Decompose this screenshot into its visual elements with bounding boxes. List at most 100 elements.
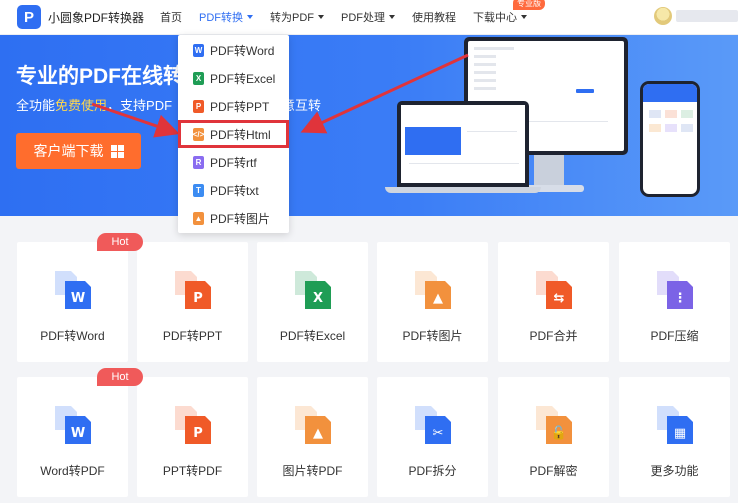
word-to-pdf-icon: W [55,406,91,444]
svg-text:⇆: ⇆ [554,291,565,306]
dropdown-item-label: PDF转Word [210,43,275,58]
dropdown-item-word[interactable]: W PDF转Word [178,36,289,64]
tool-card-label: PDF解密 [529,464,578,478]
tool-card-pdf-to-excel[interactable]: X PDF转Excel [257,242,368,362]
tool-card-pdf-split[interactable]: ✂ PDF拆分 [377,377,488,497]
logo[interactable]: P 小圆象PDF转换器 [17,5,144,29]
hot-badge: Hot [97,368,143,386]
tool-card-label: PDF转图片 [402,329,463,343]
ppt-icon: P [193,99,204,113]
tool-card-label: PDF转Excel [279,329,346,343]
hero-subtitle-middle: ，支持PDF [107,98,173,113]
user-menu[interactable] [654,7,738,25]
user-name-blurred [676,10,738,22]
nav-to-pdf[interactable]: 转为PDF [270,0,325,35]
client-download-label: 客户端下载 [33,143,104,159]
tool-card-label: Word转PDF [40,464,105,478]
chevron-down-icon [521,15,528,19]
tool-card-pdf-to-image[interactable]: ▲ PDF转图片 [377,242,488,362]
hero-subtitle: 全功能免费使用，支持PDF [16,95,172,114]
pdf-to-image-icon: ▲ [415,271,451,309]
svg-text:▦: ▦ [674,426,686,441]
nav-download-center-label: 下载中心 [473,12,518,24]
tool-card-word-to-pdf[interactable]: W Word转PDF Hot [17,368,143,497]
tool-card-label: PDF合并 [529,329,578,343]
nav-tutorial-label: 使用教程 [412,12,457,24]
pdf-to-word-icon: W [55,271,91,309]
svg-text:🔓: 🔓 [551,425,567,441]
logo-text: 小圆象PDF转换器 [48,10,145,25]
dropdown-item-image[interactable]: ▲ PDF转图片 [178,204,289,232]
logo-icon: P [17,5,41,29]
excel-icon: X [193,71,204,85]
nav-download-center[interactable]: 下载中心 专业版 [473,0,546,35]
tool-card-label: 更多功能 [650,464,699,478]
pdf-decrypt-icon: 🔓 [536,406,572,444]
dropdown-item-label: PDF转rtf [210,155,257,170]
dropdown-item-rtf[interactable]: R PDF转rtf [178,148,289,176]
tool-card-label: PDF压缩 [650,329,699,343]
nav-pdf-process[interactable]: PDF处理 [341,0,396,35]
svg-text:W: W [71,291,85,306]
phone-illustration [640,81,700,197]
tool-card-ppt-to-pdf[interactable]: P PPT转PDF [137,377,248,497]
nav-pdf-convert[interactable]: PDF转换 [199,0,254,35]
nav-home[interactable]: 首页 [160,0,182,35]
page: P 小圆象PDF转换器 首页 PDF转换 转为PDF PDF处理 使用教程 下载… [0,0,738,503]
pro-badge: 专业版 [513,0,546,10]
hero-subtitle-highlight: 免费使用 [55,98,108,113]
tool-card-label: PDF拆分 [408,464,457,478]
nav-tutorial[interactable]: 使用教程 [412,0,456,35]
dropdown-item-label: PDF转图片 [210,211,271,226]
dropdown-item-label: PDF转Excel [210,71,276,86]
pdf-split-icon: ✂ [415,406,451,444]
ppt-to-pdf-icon: P [175,406,211,444]
tool-card-pdf-to-ppt[interactable]: P PDF转PPT [137,242,248,362]
nav-home-label: 首页 [160,12,183,24]
dropdown-item-excel[interactable]: X PDF转Excel [178,64,289,92]
laptop-illustration [397,101,529,187]
pdf-compress-icon: ⋮ [657,271,693,309]
windows-icon [110,144,124,158]
top-nav-bar: P 小圆象PDF转换器 首页 PDF转换 转为PDF PDF处理 使用教程 下载… [0,0,738,35]
word-icon: W [193,43,204,57]
svg-text:W: W [71,426,85,441]
chevron-down-icon [247,15,254,19]
svg-text:▲: ▲ [313,426,323,441]
chevron-down-icon [389,15,396,19]
svg-text:⋮: ⋮ [674,291,687,306]
tool-card-label: PDF转PPT [162,329,223,343]
svg-text:✂: ✂ [433,426,444,441]
pdf-merge-icon: ⇆ [536,271,572,309]
tool-card-pdf-compress[interactable]: ⋮ PDF压缩 [619,242,730,362]
tool-card-pdf-decrypt[interactable]: 🔓 PDF解密 [498,377,609,497]
nav-to-pdf-label: 转为PDF [270,12,315,24]
svg-text:P: P [193,426,203,441]
tool-card-pdf-merge[interactable]: ⇆ PDF合并 [498,242,609,362]
txt-icon: T [193,183,204,197]
tool-card-more-features[interactable]: ▦ 更多功能 [619,377,730,497]
dropdown-item-txt[interactable]: T PDF转txt [178,176,289,204]
hero-title: 专业的PDF在线转 [16,65,184,88]
dropdown-item-label: PDF转txt [210,183,259,198]
avatar[interactable] [654,7,672,25]
hot-badge: Hot [97,233,143,251]
svg-text:X: X [313,291,323,306]
monitor-stand [534,155,564,187]
laptop-base [385,187,541,193]
tool-card-label: PPT转PDF [162,464,223,478]
hero-banner: 专业的PDF在线转 全功能免费使用，支持PDF 意互转 客户端下载 [0,35,738,216]
pdf-convert-dropdown: W PDF转Word X PDF转Excel P PDF转PPT </> PDF转Html R P… [178,35,289,233]
pdf-to-ppt-icon: P [175,271,211,309]
tool-card-pdf-to-word[interactable]: W PDF转Word Hot [17,233,143,362]
svg-text:▲: ▲ [433,291,443,306]
dropdown-item-label: PDF转PPT [210,99,270,114]
svg-text:P: P [193,291,203,306]
dropdown-item-html[interactable]: </> PDF转Html [178,120,289,148]
tool-card-image-to-pdf[interactable]: ▲ 图片转PDF [257,377,368,497]
dropdown-item-ppt[interactable]: P PDF转PPT [178,92,289,120]
image-to-pdf-icon: ▲ [295,406,331,444]
dropdown-item-label: PDF转Html [210,127,271,142]
image-icon: ▲ [193,211,204,225]
client-download-button[interactable]: 客户端下载 [16,133,141,169]
